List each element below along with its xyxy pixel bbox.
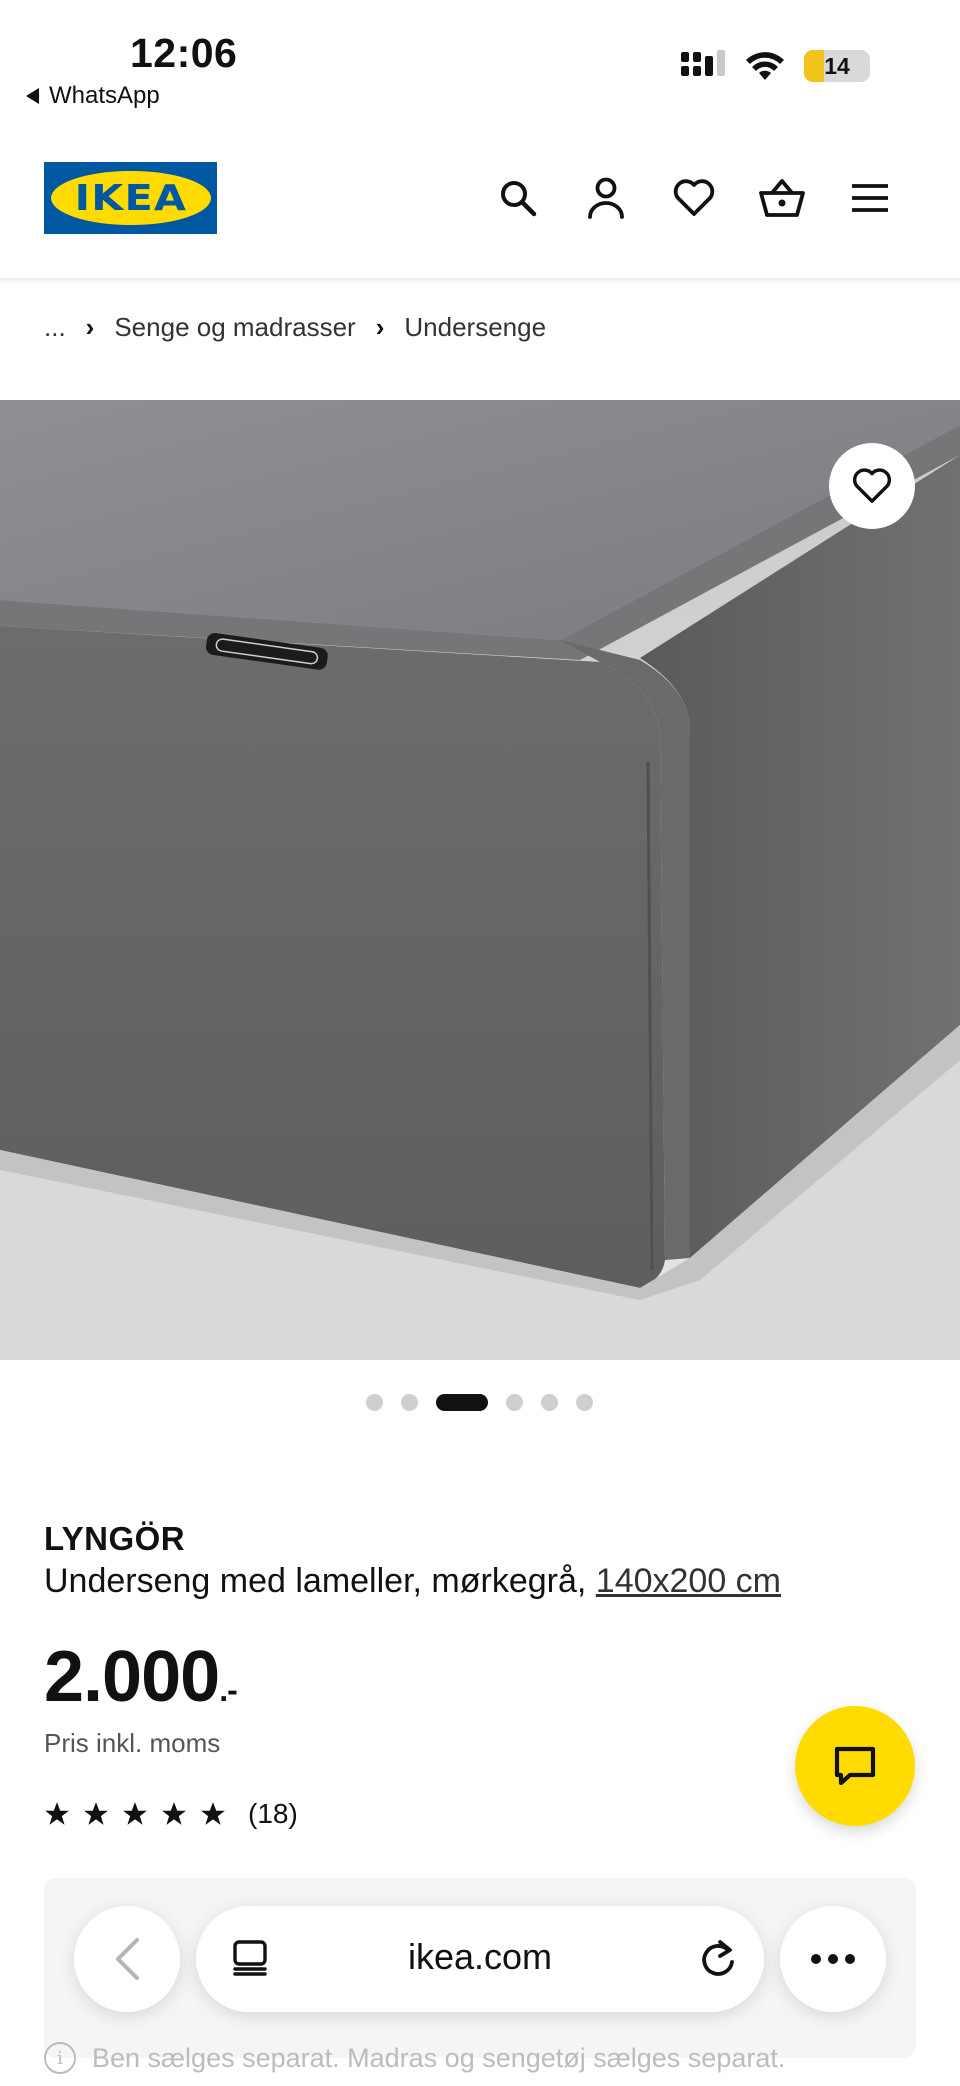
url-text: ikea.com	[407, 1936, 553, 1977]
browser-more-button[interactable]	[780, 1906, 886, 2012]
breadcrumb-chevron-icon: ›	[375, 312, 385, 342]
menu-icon[interactable]	[846, 174, 894, 222]
browser-back-button[interactable]	[74, 1906, 180, 2012]
product-rating[interactable]: (18)	[44, 1798, 298, 1830]
chevron-left-icon	[116, 1938, 139, 1980]
heart-icon	[853, 468, 891, 503]
cellular-signal-icon	[681, 50, 725, 76]
product-name: LYNGÖR	[44, 1520, 186, 1557]
price-note: Pris inkl. moms	[44, 1728, 221, 1758]
star-icon	[201, 1802, 225, 1825]
price-suffix: .-	[219, 1672, 238, 1708]
logo-oval: IKEA	[50, 171, 211, 225]
star-icon	[45, 1802, 69, 1825]
carousel-dot-active[interactable]	[436, 1394, 488, 1411]
chat-button[interactable]	[795, 1706, 915, 1826]
breadcrumb-item-undersenge[interactable]: Undersenge	[404, 312, 546, 343]
site-header: IKEA	[0, 160, 960, 278]
product-description: Underseng med lameller, mørkegrå, 140x20…	[44, 1562, 781, 1601]
header-divider	[0, 278, 960, 284]
logo-text: IKEA	[74, 177, 187, 219]
price-value: 2.000	[44, 1637, 220, 1717]
bed-base-photo	[0, 400, 960, 1360]
address-bar[interactable]: ikea.com	[196, 1906, 764, 2012]
header-actions	[494, 174, 894, 222]
back-app-label: WhatsApp	[49, 82, 160, 109]
star-icon	[162, 1802, 186, 1825]
search-icon[interactable]	[494, 174, 542, 222]
notice: i Ben sælges separat. Madras og sengetøj…	[44, 2042, 785, 2074]
page: 12:06 WhatsApp 14 IKEA ... › Senge og ma…	[0, 0, 960, 2086]
breadcrumb-chevron-icon: ›	[85, 312, 95, 342]
notice-text: Ben sælges separat. Madras og sengetøj s…	[92, 2042, 786, 2073]
product-type: Underseng med lameller, mørkegrå,	[44, 1562, 587, 1600]
product-image[interactable]	[0, 400, 960, 1360]
carousel-indicator	[366, 1394, 593, 1411]
back-triangle-icon	[26, 88, 39, 104]
status-indicators: 14	[680, 50, 870, 82]
carousel-dot[interactable]	[401, 1394, 418, 1411]
favorites-icon[interactable]	[670, 174, 718, 222]
carousel-dot[interactable]	[541, 1394, 558, 1411]
battery-body: 14	[804, 50, 870, 82]
product-size-link[interactable]: 140x200 cm	[596, 1562, 781, 1600]
star-icon	[123, 1802, 147, 1825]
carousel-dot[interactable]	[366, 1394, 383, 1411]
breadcrumb: ... › Senge og madrasser › Undersenge	[44, 312, 546, 343]
reload-icon[interactable]	[698, 1936, 738, 1980]
profile-icon[interactable]	[582, 174, 630, 222]
breadcrumb-ellipsis[interactable]: ...	[44, 312, 66, 343]
battery-fill	[804, 50, 824, 82]
battery-indicator: 14	[804, 50, 870, 82]
rating-stars	[44, 1801, 226, 1827]
carousel-dot[interactable]	[576, 1394, 593, 1411]
ikea-logo[interactable]: IKEA	[44, 162, 217, 234]
product-price: 2.000.-	[44, 1636, 238, 1718]
star-icon	[84, 1802, 108, 1825]
wifi-icon	[746, 52, 784, 80]
basket-icon[interactable]	[758, 174, 806, 222]
add-to-favorites-button[interactable]	[829, 443, 915, 529]
back-to-app-link[interactable]: WhatsApp	[26, 82, 160, 110]
carousel-dot[interactable]	[506, 1394, 523, 1411]
battery-level: 14	[824, 52, 850, 79]
more-dots-icon	[811, 1954, 855, 1964]
chat-icon	[834, 1746, 876, 1786]
info-icon: i	[44, 2042, 76, 2074]
rating-count: (18)	[248, 1798, 298, 1829]
breadcrumb-item-senge[interactable]: Senge og madrasser	[114, 312, 355, 343]
status-time: 12:06	[130, 30, 238, 76]
